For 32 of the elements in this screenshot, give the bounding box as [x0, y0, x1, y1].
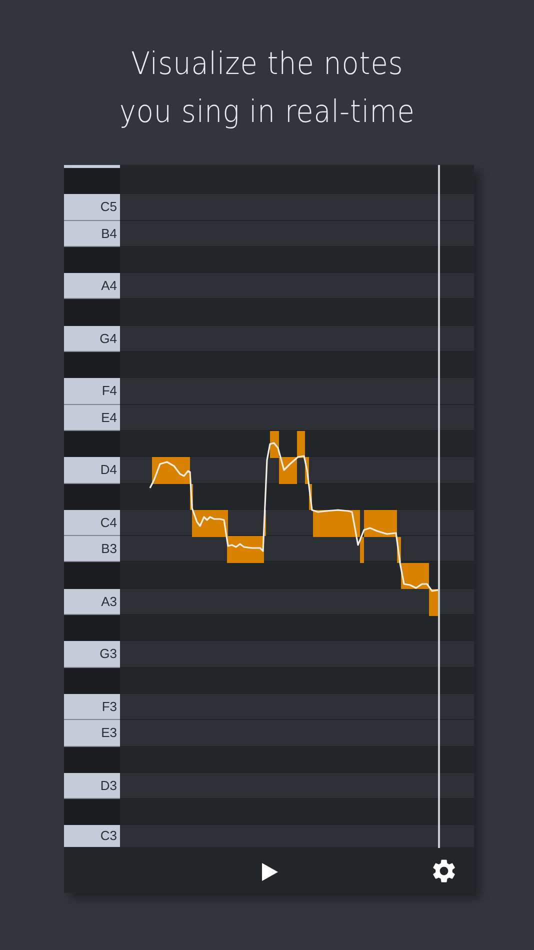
piano-key: A4 [64, 273, 120, 300]
sharp-key [64, 168, 120, 194]
sharp-key [64, 668, 120, 694]
piano-key: B3 [64, 536, 120, 562]
sharp-key [64, 299, 120, 326]
piano-key: B4 [64, 220, 120, 247]
headline: Visualize the notes you sing in real-time [119, 45, 415, 132]
piano-key: F3 [64, 694, 120, 720]
settings-icon [430, 857, 458, 885]
sharp-key [64, 484, 120, 510]
sharp-key [64, 562, 120, 589]
piano-key: E4 [64, 404, 120, 431]
piano-key: D4 [64, 457, 120, 484]
piano-key: C3 [64, 825, 120, 848]
sharp-key [64, 615, 120, 642]
piano-key: G3 [64, 641, 120, 668]
sharp-key [64, 799, 120, 826]
piano-key: E3 [64, 720, 120, 747]
piano-key: D3 [64, 772, 120, 800]
sharp-key [64, 430, 120, 458]
piano-key: A3 [64, 588, 120, 616]
sharp-key [64, 246, 120, 274]
piano-key: F4 [64, 378, 120, 405]
sharp-key [64, 352, 120, 378]
piano-key: G4 [64, 326, 120, 352]
piano-key [64, 165, 120, 168]
piano-key: C4 [64, 510, 120, 536]
play-button[interactable] [261, 862, 279, 882]
settings-button[interactable] [430, 857, 458, 885]
play-icon [261, 862, 279, 882]
piano-key: C5 [64, 194, 120, 221]
sharp-key [64, 746, 120, 773]
